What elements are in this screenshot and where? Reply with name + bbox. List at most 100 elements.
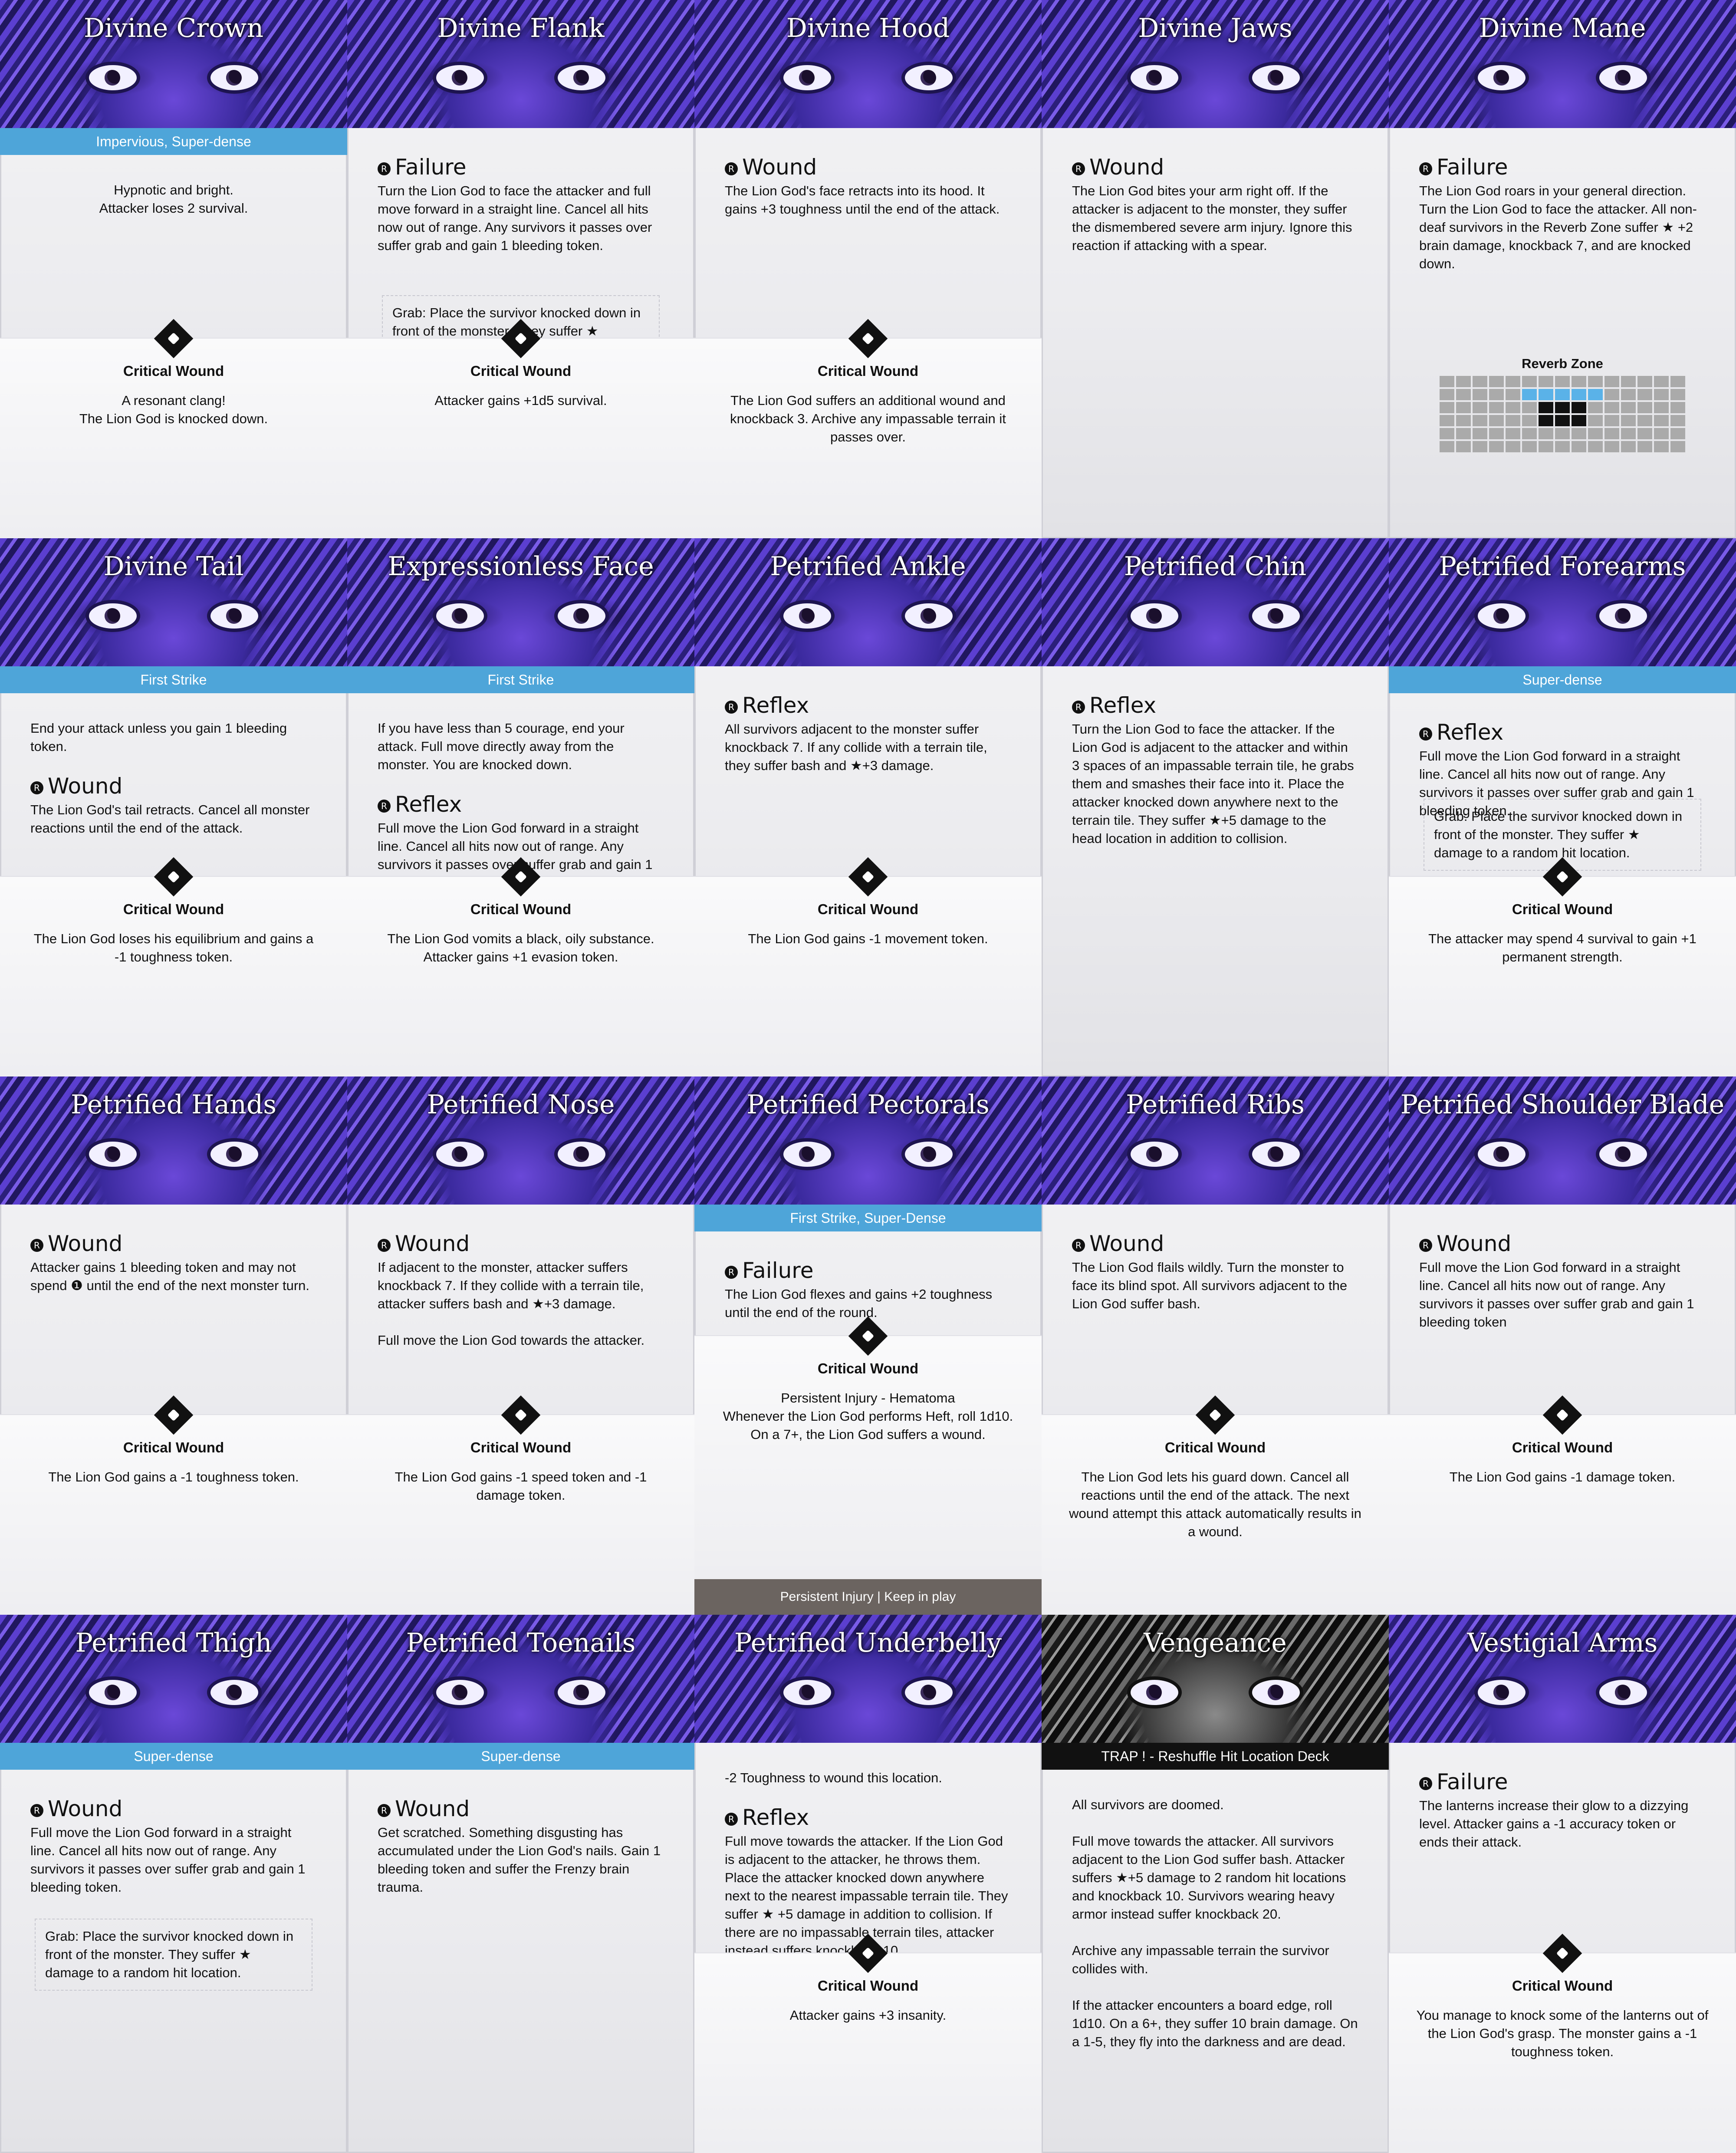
zone-cell bbox=[1621, 389, 1636, 400]
card-title: Petrified Underbelly bbox=[734, 1628, 1002, 1658]
keyword-bar: First Strike bbox=[347, 666, 694, 693]
reaction-icon: R bbox=[725, 162, 738, 175]
card-body: Hypnotic and bright. Attacker loses 2 sur… bbox=[30, 181, 317, 235]
critical-wound-heading: Critical Wound bbox=[1164, 1439, 1266, 1455]
critical-wound-icon bbox=[1542, 1395, 1582, 1435]
right-eye-illustration bbox=[1252, 1680, 1300, 1705]
critical-wound-text: The Lion God vomits a black, oily substa… bbox=[387, 931, 654, 965]
zone-cell bbox=[1522, 402, 1537, 413]
card-title: Petrified Toenails bbox=[406, 1628, 636, 1658]
critical-wound-section: Critical Wound The attacker may spend 4 s… bbox=[1389, 857, 1736, 1076]
critical-wound-icon bbox=[154, 319, 194, 359]
hit-location-card: Vengeance TRAP ! - Reshuffle Hit Location… bbox=[1042, 1615, 1389, 2153]
zone-cell bbox=[1489, 402, 1504, 413]
card-art: Petrified Pectorals bbox=[694, 1076, 1042, 1205]
critical-wound-heading: Critical Wound bbox=[123, 1439, 224, 1455]
reverb-zone-label: Reverb Zone bbox=[1522, 356, 1603, 371]
reaction-title: R Failure bbox=[1419, 154, 1706, 180]
zone-cell bbox=[1555, 441, 1570, 452]
hit-location-card: Petrified Hands R Wound Attacker gains 1 bl… bbox=[0, 1076, 347, 1615]
left-eye-illustration bbox=[783, 603, 831, 629]
reaction-label: Failure bbox=[1437, 155, 1508, 180]
right-eye-illustration bbox=[905, 65, 953, 90]
zone-cell bbox=[1588, 389, 1603, 400]
persistent-injury-footer: Persistent Injury | Keep in play bbox=[694, 1579, 1042, 1615]
reaction-label: Reflex bbox=[1437, 720, 1504, 745]
zone-cell bbox=[1489, 441, 1504, 452]
card-body: R Wound The Lion God's face retracts into … bbox=[725, 154, 1011, 218]
card-art: Petrified Ribs bbox=[1042, 1076, 1389, 1205]
critical-wound-text: Attacker gains +3 insanity. bbox=[789, 2008, 947, 2023]
zone-cell bbox=[1473, 389, 1487, 400]
card-body: R Wound The Lion God flails wildly. Turn t… bbox=[1072, 1231, 1358, 1313]
card-body: R Reflex Turn the Lion God to face the att… bbox=[1072, 692, 1358, 848]
card-body: R Wound Full move the Lion God forward in … bbox=[30, 1796, 317, 1896]
critical-wound-icon bbox=[1542, 1933, 1582, 1973]
critical-wound-icon bbox=[501, 1395, 541, 1435]
reaction-text: The Lion God roars in your general direc… bbox=[1419, 183, 1697, 271]
critical-wound-heading: Critical Wound bbox=[470, 1439, 572, 1455]
reaction-label: Wound bbox=[395, 1796, 470, 1821]
zone-cell bbox=[1456, 376, 1471, 387]
card-title: Petrified Shoulder Blade bbox=[1400, 1090, 1725, 1120]
reaction-label: Failure bbox=[395, 155, 467, 180]
reaction-title: R Reflex bbox=[378, 791, 664, 817]
left-eye-illustration bbox=[89, 1142, 137, 1167]
zone-cell bbox=[1588, 376, 1603, 387]
reaction-icon: R bbox=[725, 700, 738, 714]
zone-cell bbox=[1637, 402, 1652, 413]
card-art: Petrified Shoulder Blade bbox=[1389, 1076, 1736, 1205]
zone-cell bbox=[1637, 441, 1652, 452]
card-art: Divine Tail bbox=[0, 538, 347, 666]
reaction-text: Full move the Lion God forward in a stra… bbox=[1419, 1260, 1694, 1330]
zone-cell bbox=[1637, 376, 1652, 387]
hit-location-card: Divine Tail First Strike End your attack u… bbox=[0, 538, 347, 1076]
card-title: Vengeance bbox=[1144, 1628, 1287, 1658]
zone-cell bbox=[1506, 376, 1520, 387]
zone-cell bbox=[1456, 389, 1471, 400]
reaction-label: Wound bbox=[1089, 155, 1164, 180]
hit-location-card: Divine Crown Impervious, Super-dense Hypno… bbox=[0, 0, 347, 538]
card-title: Divine Jaws bbox=[1138, 13, 1292, 43]
zone-cell bbox=[1654, 389, 1669, 400]
card-title: Petrified Hands bbox=[70, 1090, 277, 1120]
zone-cell bbox=[1522, 441, 1537, 452]
reaction-label: Reflex bbox=[742, 693, 809, 718]
critical-wound-section: Critical Wound The Lion God loses his equ… bbox=[0, 857, 347, 1076]
keyword-bar: Super-dense bbox=[1389, 666, 1736, 693]
zone-cell bbox=[1456, 441, 1471, 452]
card-body: All survivors are doomed. Full move towar… bbox=[1072, 1796, 1358, 2051]
zone-cell bbox=[1555, 389, 1570, 400]
left-eye-illustration bbox=[1131, 65, 1178, 90]
right-eye-illustration bbox=[905, 1680, 953, 1705]
zone-cell bbox=[1440, 428, 1454, 439]
left-eye-illustration bbox=[783, 1142, 831, 1167]
zone-cell bbox=[1604, 389, 1619, 400]
zone-cell bbox=[1522, 376, 1537, 387]
right-eye-illustration bbox=[210, 1142, 258, 1167]
zone-cell bbox=[1456, 428, 1471, 439]
preamble-text: End your attack unless you gain 1 bleedi… bbox=[30, 721, 287, 754]
left-eye-illustration bbox=[1478, 1680, 1526, 1705]
zone-cell bbox=[1637, 389, 1652, 400]
right-eye-illustration bbox=[1252, 65, 1300, 90]
right-eye-illustration bbox=[558, 65, 605, 90]
critical-wound-section: Critical Wound Attacker gains +3 insanity… bbox=[694, 1933, 1042, 2153]
reaction-label: Wound bbox=[742, 155, 817, 180]
zone-cell bbox=[1440, 376, 1454, 387]
reaction-title: R Failure bbox=[725, 1258, 1011, 1284]
card-art: Expressionless Face bbox=[347, 538, 694, 666]
zone-cell bbox=[1440, 389, 1454, 400]
zone-cell bbox=[1588, 402, 1603, 413]
critical-wound-icon bbox=[848, 857, 888, 897]
card-body: -2 Toughness to wound this location. R Ref… bbox=[725, 1769, 1011, 1960]
zone-cell bbox=[1539, 402, 1553, 413]
reaction-icon: R bbox=[30, 1238, 43, 1252]
critical-wound-section: Critical Wound The Lion God lets his guar… bbox=[1042, 1395, 1389, 1615]
card-art: Vengeance bbox=[1042, 1615, 1389, 1743]
critical-wound-section: Critical Wound Persistent Injury - Hemato… bbox=[694, 1316, 1042, 1579]
zone-cell bbox=[1539, 415, 1553, 426]
reaction-title: R Wound bbox=[725, 154, 1011, 180]
critical-wound-heading: Critical Wound bbox=[123, 901, 224, 917]
reaction-title: R Reflex bbox=[1419, 719, 1706, 745]
